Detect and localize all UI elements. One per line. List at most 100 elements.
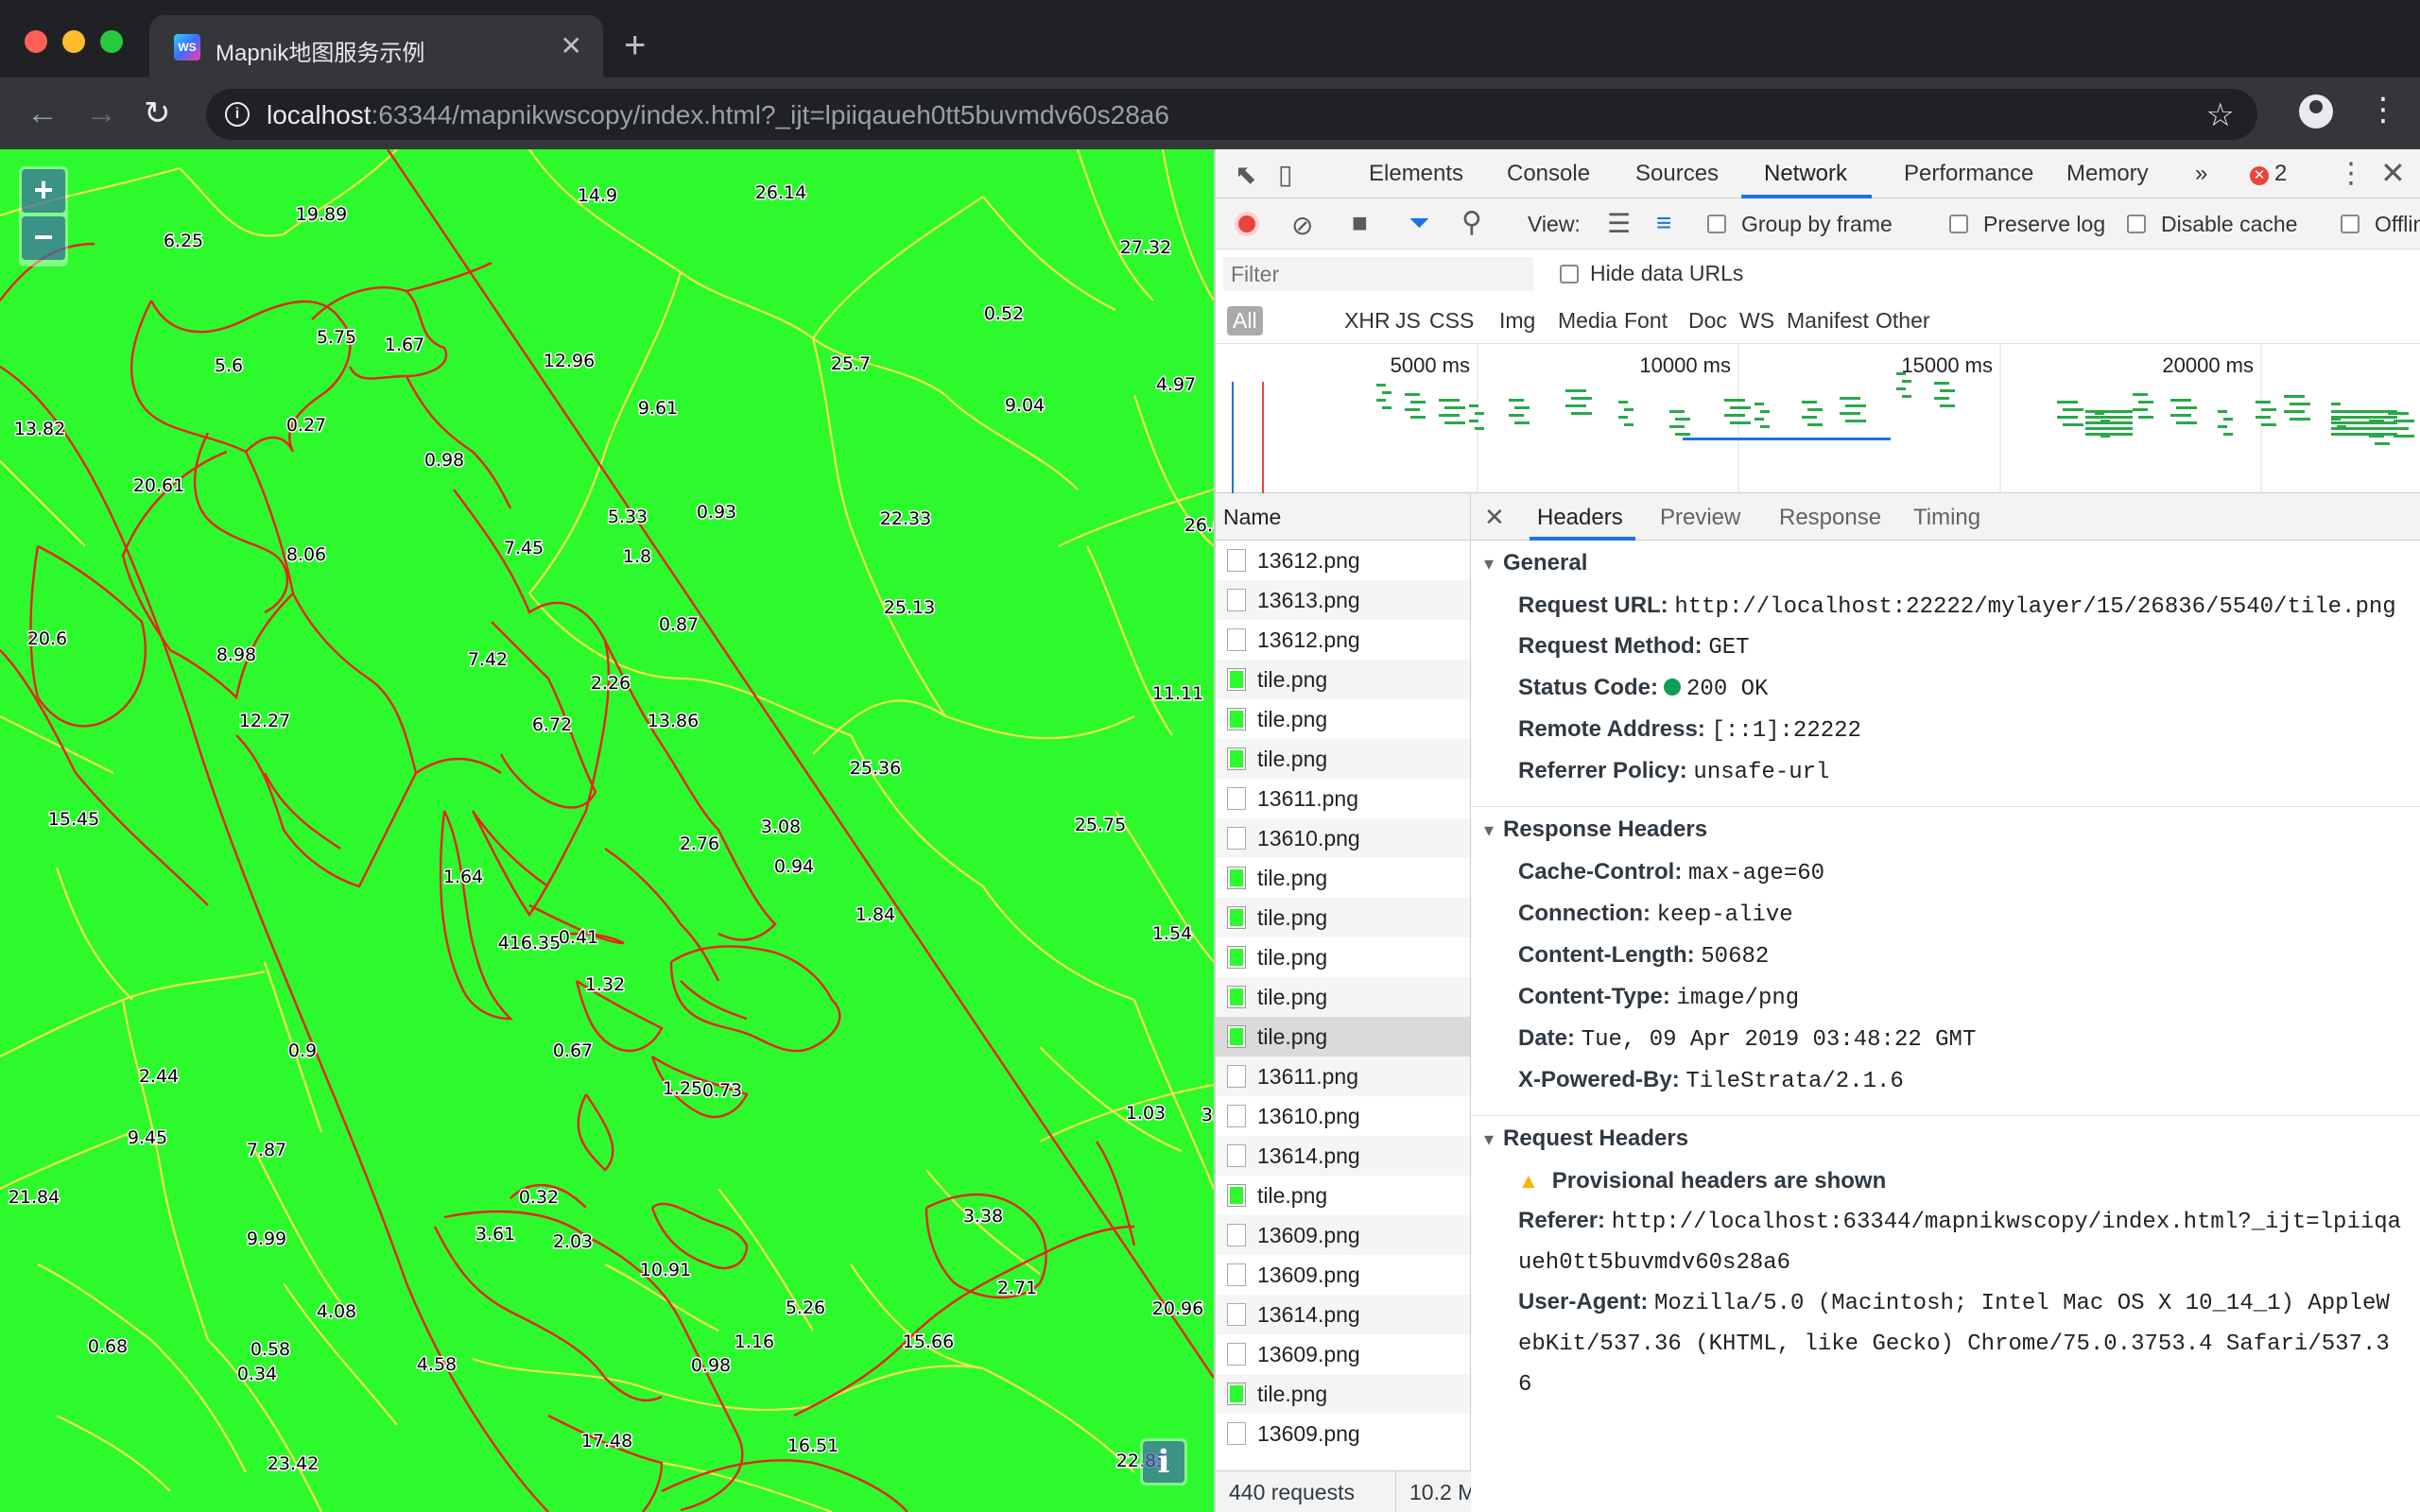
profile-icon[interactable] (2299, 94, 2333, 129)
tab-timing[interactable]: Timing (1913, 505, 1980, 531)
type-filter-media[interactable]: Media (1552, 306, 1623, 335)
request-row[interactable]: 13609.png (1216, 1255, 1470, 1295)
name-column-header[interactable]: Name (1216, 493, 1470, 541)
request-row[interactable]: 13614.png (1216, 1136, 1470, 1176)
devtools-close-icon[interactable]: ✕ (2380, 155, 2406, 191)
zoom-out-button[interactable]: − (22, 216, 65, 260)
disable-cache-checkbox[interactable] (2127, 215, 2146, 233)
request-row[interactable]: 13613.png (1216, 580, 1470, 620)
image-file-icon (1227, 946, 1246, 969)
zoom-in-button[interactable]: + (22, 169, 65, 213)
type-filter-doc[interactable]: Doc (1683, 306, 1733, 335)
window-minimize-button[interactable] (62, 30, 85, 53)
screenshot-camera-icon[interactable]: ■ (1352, 208, 1368, 238)
network-overview[interactable]: 5000 ms 10000 ms 15000 ms 20000 ms (1216, 344, 2420, 493)
request-row[interactable]: 13610.png (1216, 1096, 1470, 1136)
request-row[interactable]: 13609.png (1216, 1414, 1470, 1453)
webstorm-favicon-icon: WS (174, 34, 200, 60)
offline-checkbox[interactable] (2341, 215, 2360, 233)
browser-tab[interactable]: WS Mapnik地图服务示例 ✕ (149, 15, 603, 77)
type-filter-other[interactable]: Other (1870, 306, 1936, 335)
view-label: View: (1528, 212, 1581, 236)
preserve-log-checkbox[interactable] (1949, 215, 1968, 233)
tab-network[interactable]: Network (1764, 161, 1847, 187)
large-rows-icon[interactable]: ☰ (1607, 208, 1631, 239)
overview-bar (1376, 399, 1386, 402)
type-filter-font[interactable]: Font (1618, 306, 1673, 335)
type-filter-css[interactable]: CSS (1424, 306, 1479, 335)
request-row[interactable]: tile.png (1216, 739, 1470, 779)
close-detail-icon[interactable]: ✕ (1484, 503, 1505, 532)
url-text[interactable]: localhost:63344/mapnikwscopy/index.html?… (267, 100, 1169, 130)
document-file-icon (1227, 787, 1246, 810)
request-row[interactable]: tile.png (1216, 898, 1470, 937)
area-label: 20.61 (133, 475, 184, 496)
back-icon[interactable]: ← (26, 94, 59, 132)
overview-bar (1730, 421, 1751, 424)
type-filter-ws[interactable]: WS (1734, 306, 1780, 335)
request-row[interactable]: 13611.png (1216, 1057, 1470, 1096)
hide-data-urls-checkbox[interactable] (1560, 265, 1579, 284)
map-view[interactable]: 19.89 14.9 26.14 6.25 27.32 0.52 5.75 1.67 5.6 12… (0, 149, 1214, 1512)
tab-close-icon[interactable]: ✕ (561, 30, 582, 61)
general-title[interactable]: General (1471, 550, 2420, 576)
tab-memory[interactable]: Memory (2066, 161, 2149, 187)
tab-performance[interactable]: Performance (1904, 161, 2033, 187)
request-headers-title[interactable]: Request Headers (1471, 1125, 2420, 1152)
clear-icon[interactable]: ⊘ (1291, 210, 1313, 241)
map-canvas[interactable]: 19.89 14.9 26.14 6.25 27.32 0.52 5.75 1.67 5.6 12… (0, 149, 1214, 1512)
reload-icon[interactable]: ↻ (144, 94, 171, 132)
request-row[interactable]: tile.png (1216, 1017, 1470, 1057)
info-icon[interactable]: i (225, 102, 250, 127)
type-filter-js[interactable]: JS (1390, 306, 1426, 335)
request-row[interactable]: tile.png (1216, 937, 1470, 977)
address-bar[interactable]: i localhost:63344/mapnikwscopy/index.htm… (206, 89, 2257, 140)
window-maximize-button[interactable] (100, 30, 123, 53)
area-label: 7.87 (247, 1140, 286, 1160)
overview-icon[interactable]: ≡ (1656, 208, 1671, 238)
request-row[interactable]: tile.png (1216, 699, 1470, 739)
request-row[interactable]: tile.png (1216, 977, 1470, 1017)
request-row[interactable]: tile.png (1216, 1176, 1470, 1215)
tab-elements[interactable]: Elements (1369, 161, 1463, 187)
request-row[interactable]: 13609.png (1216, 1215, 1470, 1255)
attribution-button[interactable]: i (1140, 1438, 1187, 1486)
star-icon[interactable]: ☆ (2206, 96, 2235, 134)
devtools-menu-icon[interactable]: ⋮ (2337, 157, 2365, 190)
request-row[interactable]: tile.png (1216, 1374, 1470, 1414)
request-row[interactable]: 13614.png (1216, 1295, 1470, 1334)
device-toolbar-icon[interactable]: ▯ (1278, 159, 1292, 190)
search-icon[interactable]: ⚲ (1461, 206, 1482, 239)
request-row[interactable]: 13612.png (1216, 620, 1470, 660)
type-filter-manifest[interactable]: Manifest (1781, 306, 1875, 335)
filter-icon[interactable]: ⏷ (1409, 208, 1429, 239)
response-headers-title[interactable]: Response Headers (1471, 816, 2420, 843)
type-filter-xhr[interactable]: XHR (1339, 306, 1396, 335)
document-file-icon (1227, 589, 1246, 611)
request-row[interactable]: 13611.png (1216, 779, 1470, 818)
request-row[interactable]: 13612.png (1216, 541, 1470, 580)
tab-console[interactable]: Console (1507, 161, 1590, 187)
overview-bar (1514, 406, 1530, 409)
group-by-frame-checkbox[interactable] (1707, 215, 1726, 233)
inspect-element-icon[interactable]: ⬉ (1235, 159, 1256, 190)
record-icon[interactable] (1235, 212, 1259, 236)
request-row[interactable]: 13610.png (1216, 818, 1470, 858)
tab-headers[interactable]: Headers (1537, 505, 1623, 531)
type-filter-img[interactable]: Img (1494, 306, 1541, 335)
menu-icon[interactable]: ⋮ (2367, 91, 2399, 129)
more-tabs-icon[interactable]: » (2195, 161, 2207, 187)
tab-sources[interactable]: Sources (1635, 161, 1719, 187)
tab-preview[interactable]: Preview (1660, 505, 1740, 531)
type-filter-all[interactable]: All (1227, 306, 1263, 335)
window-close-button[interactable] (25, 30, 47, 53)
request-row[interactable]: tile.png (1216, 858, 1470, 898)
forward-icon[interactable]: → (85, 94, 117, 132)
overview-bar (2223, 418, 2233, 421)
request-row[interactable]: tile.png (1216, 660, 1470, 699)
request-row[interactable]: 13609.png (1216, 1334, 1470, 1374)
new-tab-icon[interactable]: + (624, 26, 646, 64)
error-count-badge[interactable]: ✕ 2 (2250, 161, 2287, 187)
tab-response[interactable]: Response (1779, 505, 1881, 531)
filter-input[interactable] (1223, 257, 1533, 291)
